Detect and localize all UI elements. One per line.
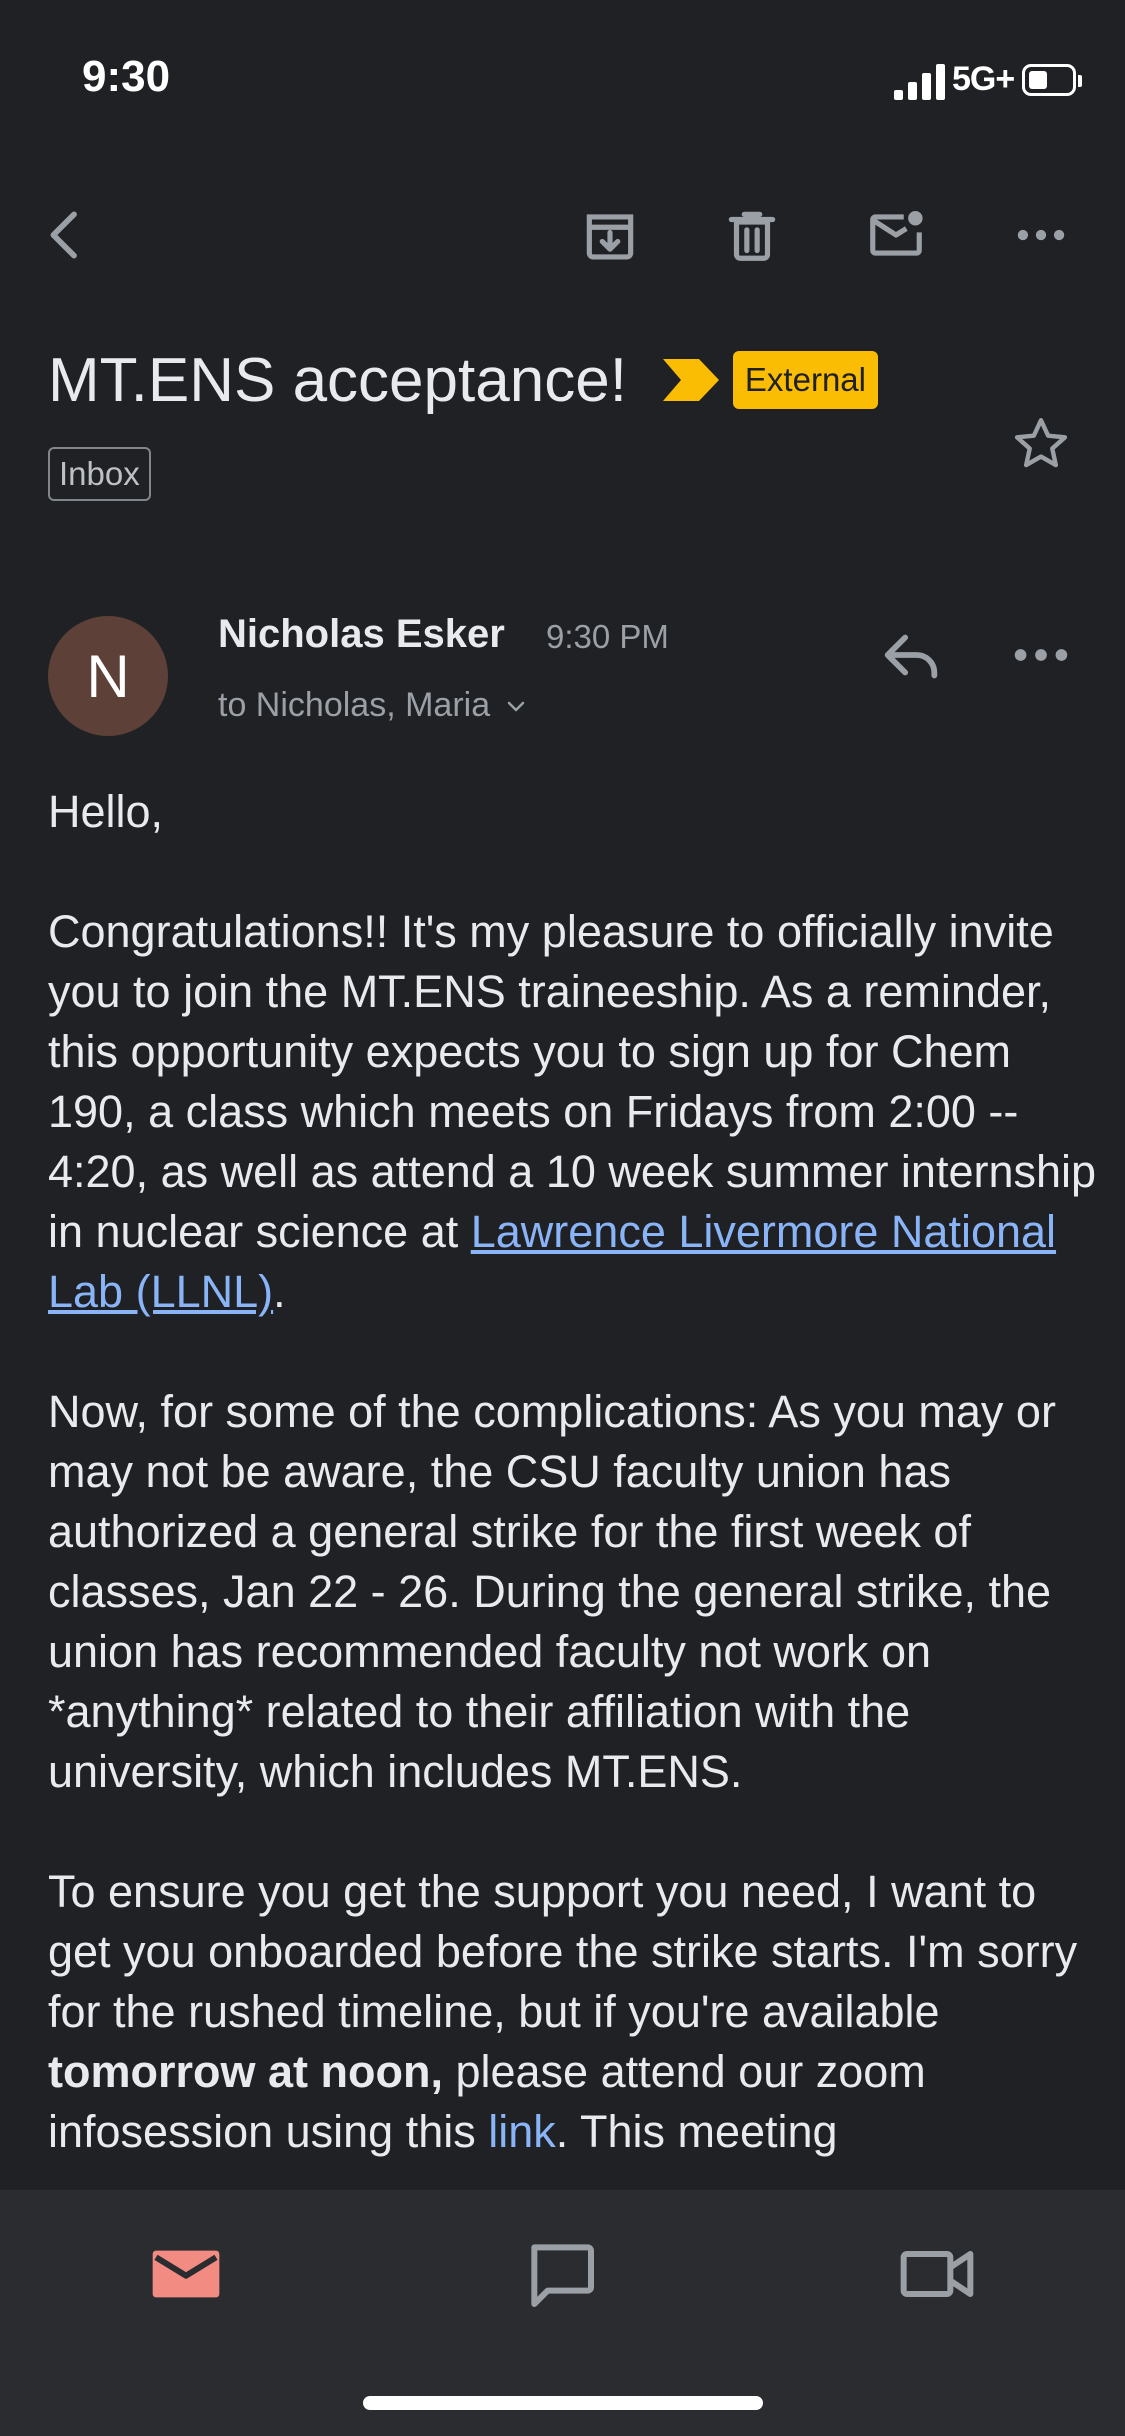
back-arrow-icon	[50, 211, 77, 259]
inbox-label-chip[interactable]: Inbox	[48, 447, 151, 501]
mark-unread-icon	[870, 210, 923, 256]
battery-icon	[1022, 64, 1082, 96]
external-badge: External	[732, 351, 878, 409]
bold-text: tomorrow at noon,	[48, 2046, 443, 2097]
email-toolbar	[0, 190, 1125, 280]
video-camera-icon[interactable]	[897, 2234, 977, 2314]
greeting: Hello,	[48, 786, 164, 837]
signal-icon	[894, 64, 945, 100]
more-horizontal-icon	[1017, 229, 1065, 241]
importance-marker-icon[interactable]	[662, 359, 719, 401]
back-button[interactable]	[20, 190, 110, 280]
reply-icon[interactable]	[876, 620, 946, 690]
network-type: 5G+	[952, 60, 1015, 98]
recipients-text: to Nicholas, Maria	[218, 686, 491, 724]
mark-unread-button[interactable]	[851, 190, 941, 280]
paragraph-1: Congratulations!! It's my pleasure to of…	[48, 906, 1097, 1317]
status-bar: 9:30 5G+	[0, 0, 1125, 140]
zoom-link[interactable]: link	[488, 2106, 556, 2157]
trash-icon	[728, 211, 776, 261]
mail-icon[interactable]	[146, 2234, 226, 2314]
star-icon[interactable]	[1008, 412, 1074, 478]
home-indicator[interactable]	[363, 2396, 763, 2410]
more-options-button[interactable]	[996, 190, 1086, 280]
status-time: 9:30	[82, 52, 171, 101]
chat-icon[interactable]	[521, 2234, 601, 2314]
archive-button[interactable]	[565, 190, 655, 280]
recipients-toggle[interactable]: to Nicholas, Maria	[218, 686, 528, 725]
paragraph-2: Now, for some of the complications: As y…	[48, 1386, 1056, 1797]
sender-avatar[interactable]: N	[48, 616, 168, 736]
archive-icon	[586, 214, 634, 260]
message-more-icon[interactable]	[1006, 620, 1076, 690]
chevron-down-icon	[507, 701, 525, 711]
email-body: Hello, Congratulations!! It's my pleasur…	[48, 782, 1098, 2222]
paragraph-3: To ensure you get the support you need, …	[48, 1866, 1078, 2157]
sent-time: 9:30 PM	[546, 618, 669, 655]
subject-row: MT.ENS acceptance! External	[48, 340, 1048, 420]
email-subject: MT.ENS acceptance!	[48, 345, 627, 415]
delete-button[interactable]	[707, 190, 797, 280]
sender-name: Nicholas Esker	[218, 612, 505, 656]
